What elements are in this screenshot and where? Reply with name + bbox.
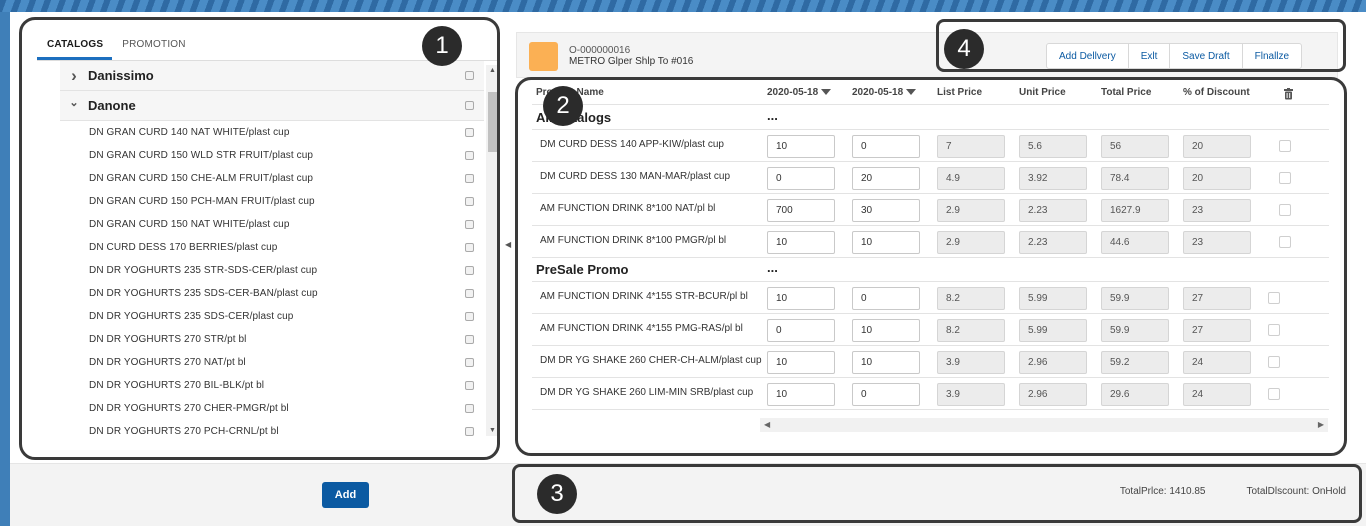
callout-frame-1 — [19, 17, 500, 460]
order-id: O-000000016 — [569, 45, 631, 56]
callout-badge-1: 1 — [422, 26, 462, 66]
callout-badge-4: 4 — [944, 29, 984, 69]
order-icon — [529, 42, 558, 71]
callout-badge-2: 2 — [543, 86, 583, 126]
collapse-left-icon[interactable]: ◀ — [505, 240, 511, 249]
order-name: METRO Glper Shlp To #016 — [569, 56, 694, 67]
callout-badge-3: 3 — [537, 474, 577, 514]
callout-frame-4 — [936, 19, 1346, 72]
callout-frame-3 — [512, 464, 1362, 523]
panel-splitter[interactable]: ◀ — [505, 12, 511, 463]
add-button[interactable]: Add — [322, 482, 369, 508]
top-banner — [0, 0, 1366, 12]
callout-frame-2 — [515, 77, 1347, 456]
